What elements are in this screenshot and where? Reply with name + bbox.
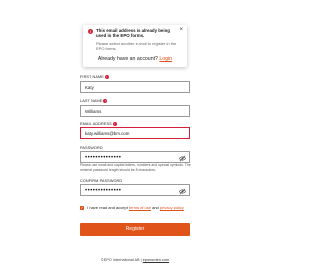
password-hint: Please use small and capital letters, nu… xyxy=(80,163,191,172)
password-label: PASSWORD xyxy=(80,146,103,150)
toast-title: This email address is already being used… xyxy=(96,28,170,39)
copyright-text: ©EPO International AB xyxy=(100,258,140,262)
terms-of-use-link[interactable]: terms of use xyxy=(129,205,151,210)
login-link[interactable]: Login xyxy=(159,56,172,62)
eye-slash-icon[interactable] xyxy=(179,155,186,162)
required-icon: ! xyxy=(103,99,108,103)
last-name-label: LAST NAME! xyxy=(80,99,108,103)
confirm-password-value: •••••••••••••• xyxy=(85,188,122,194)
confirm-password-label: CONFIRM PASSWORD xyxy=(80,179,123,183)
terms-row: ✓ I have read and accept terms of use an… xyxy=(80,205,200,210)
email-label: EMAIL ADDRESS! xyxy=(80,122,117,126)
last-name-field[interactable]: Williams xyxy=(80,105,190,117)
first-name-field[interactable]: Katy xyxy=(80,81,190,93)
email-field[interactable]: katy.williams@bm.com xyxy=(80,127,190,139)
footer-separator: | xyxy=(140,258,142,262)
toast-message: Please select another e-mail to register… xyxy=(96,41,177,52)
password-field[interactable]: •••••••••••••• xyxy=(80,151,190,163)
confirm-password-field[interactable]: •••••••••••••• xyxy=(80,184,190,196)
login-prompt: Already have an account? Login xyxy=(0,56,270,62)
footer: ©EPO International AB | eponorden.com xyxy=(0,258,270,262)
close-icon[interactable]: × xyxy=(179,27,183,33)
required-icon: ! xyxy=(112,122,117,126)
site-link[interactable]: eponorden.com xyxy=(143,258,169,262)
privacy-policy-link[interactable]: privacy policy xyxy=(160,205,184,210)
register-button[interactable]: Register xyxy=(80,223,190,236)
login-prompt-text: Already have an account? xyxy=(97,56,158,62)
error-icon: ! xyxy=(88,29,93,34)
password-value: •••••••••••••• xyxy=(85,155,122,161)
terms-and: and xyxy=(152,205,159,210)
terms-text: I have read and accept xyxy=(87,205,128,210)
required-icon: ! xyxy=(104,75,109,79)
eye-slash-icon[interactable] xyxy=(179,188,186,195)
terms-checkbox[interactable]: ✓ xyxy=(80,205,84,210)
first-name-label: FIRST NAME! xyxy=(80,75,109,79)
